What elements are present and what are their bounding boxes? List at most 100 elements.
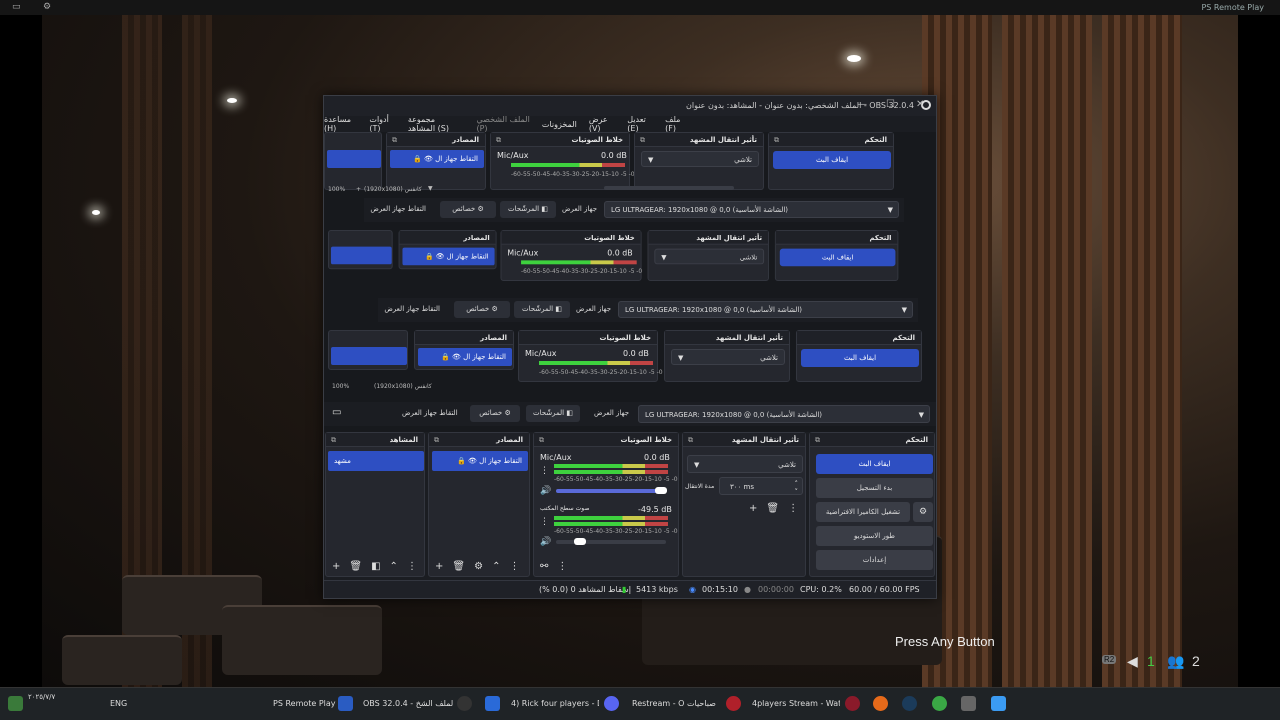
context-bar: ▭ التقاط جهاز العرض ⚙ خصائص ◧ المرشّحات … — [324, 402, 936, 426]
weather-icon[interactable] — [8, 696, 23, 711]
minimize-icon[interactable]: — — [857, 99, 867, 110]
duration-spinbox[interactable]: ٣٠٠ ms ˄ ˅ — [719, 477, 803, 496]
menu-docks[interactable]: المخزونات — [542, 120, 577, 129]
dock-icon[interactable]: ⧉ — [434, 433, 439, 447]
source-item[interactable]: التقاط جهاز ال 👁 🔒 — [432, 451, 528, 471]
studio-mode-button[interactable]: طور الاستوديو — [816, 526, 933, 546]
taskbar-item-ps-remote-play[interactable]: PS Remote Play — [273, 699, 336, 708]
filters-label: المرشّحات — [533, 409, 565, 417]
dock-icon[interactable]: ⧉ — [815, 433, 820, 447]
preview-mixer-panel-3: خلاط الصوتيات Mic/Aux 0.0 dB -60-55-50-4… — [518, 330, 663, 382]
more-icon[interactable]: ⋮ — [788, 503, 798, 514]
taskbar-item-discord[interactable]: 4) Rick four players - Di — [511, 699, 599, 708]
ctx-device-select: LG ULTRAGEAR: 1920x1080 @ 0,0 (الشاشة ال… — [604, 201, 899, 218]
panel-title: تأثير انتقال المشهد — [689, 136, 757, 144]
stop-streaming-button[interactable]: ايقاف البث — [816, 454, 933, 474]
controls-title: التحكم — [905, 436, 929, 444]
desktop-audio-volume-knob[interactable] — [574, 538, 587, 545]
add-icon[interactable]: + — [332, 561, 340, 572]
add-icon[interactable]: + — [435, 561, 443, 572]
virtual-camera-settings-icon[interactable]: ⚙ — [913, 502, 933, 522]
language-indicator[interactable]: ENG — [110, 699, 127, 708]
restream-icon[interactable] — [726, 696, 741, 711]
chevron-up-icon[interactable]: ⌃ — [390, 561, 398, 572]
mic-aux-volume-slider[interactable] — [556, 489, 666, 493]
desktop-audio-volume-slider[interactable] — [556, 540, 666, 544]
discord-icon[interactable] — [604, 696, 619, 711]
preview-stop-stream-3: ايقاف البث — [801, 349, 919, 367]
steam-icon[interactable] — [902, 696, 917, 711]
speaker-icon[interactable]: 🔊 — [540, 537, 551, 547]
preview-canvas[interactable]: المصادر ⧉ التقاط جهاز ال 👁 🔒 خلاط الصوتيا… — [324, 132, 936, 432]
sources-dock-title: المصادر ⧉ — [429, 433, 529, 447]
properties-button[interactable]: ⚙ خصائص — [470, 405, 520, 422]
taskbar-item-obs[interactable]: OBS 32.0.4 - الملف الشخ — [363, 699, 453, 708]
meter-ticks: -60-55-50-45-40-35-30-25-20-15-10 -5 -0 — [521, 268, 643, 276]
ps-window-title: PS Remote Play — [1201, 3, 1264, 12]
browser-icon[interactable] — [485, 696, 500, 711]
preview-source-item: التقاط جهاز ال 👁 🔒 — [390, 150, 484, 168]
menu-profile[interactable]: الملف الشخصي (P) — [476, 115, 529, 133]
chrome-icon[interactable] — [932, 696, 947, 711]
more-icon[interactable]: ⋮ — [540, 517, 549, 527]
obs-app-icon[interactable] — [457, 696, 472, 711]
audio-mixer-dock: خلاط الصوتيات ⧉ Mic/Aux 0.0 dB ⋮ -60-55-5… — [533, 432, 679, 577]
transition-select[interactable]: تلاشي ▼ — [687, 455, 803, 473]
dock-icon[interactable]: ⧉ — [688, 433, 693, 447]
device-select[interactable]: LG ULTRAGEAR: 1920x1080 @ 0,0 (الشاشة ال… — [638, 405, 930, 423]
preview-mixer-panel-2: خلاط الصوتيات Mic/Aux 0.0 dB -60-55-50-4… — [500, 230, 643, 281]
menu-tools[interactable]: أدوات (T) — [369, 115, 395, 133]
taskbar: ٢٠٢٥/٧/٧ ENG PS Remote Play OBS 32.0.4 -… — [0, 687, 1280, 720]
taskbar-item-restream[interactable]: Restream - O صباحيات — [632, 699, 724, 708]
menu-view[interactable]: عرض (V) — [589, 115, 615, 133]
settings-icon[interactable]: ⚙ — [43, 2, 51, 12]
gear-icon[interactable]: ⚙ — [474, 561, 483, 572]
more-icon[interactable]: ⋮ — [540, 466, 549, 476]
lock-icon[interactable]: 🔒 — [457, 457, 466, 465]
device-select-value: LG ULTRAGEAR: 1920x1080 @ 0,0 (الشاشة ال… — [645, 411, 823, 419]
task-view-icon[interactable] — [961, 696, 976, 711]
menu-scene-collection[interactable]: مجموعة المشاهد (S) — [408, 115, 465, 133]
menu-edit[interactable]: تعديل (E) — [627, 115, 653, 133]
trash-icon[interactable]: 🗑 — [349, 561, 362, 572]
start-virtual-camera-button[interactable]: تشغيل الكاميرا الافتراضية — [816, 502, 910, 522]
add-icon[interactable]: + — [749, 503, 757, 514]
source-label: التقاط جهاز ال — [446, 252, 489, 261]
mic-aux-volume-knob[interactable] — [654, 487, 667, 494]
menu-help[interactable]: مساعدة (H) — [324, 115, 357, 133]
trash-icon[interactable]: 🗑 — [452, 561, 465, 572]
player-count-b: 2 — [1192, 653, 1200, 669]
eye-icon[interactable]: 👁 — [468, 457, 477, 465]
start-recording-button[interactable]: بدء التسجيل — [816, 478, 933, 498]
windows-start-icon[interactable] — [991, 696, 1006, 711]
opera-icon[interactable] — [845, 696, 860, 711]
maximize-icon[interactable]: ☐ — [886, 99, 895, 110]
preview-sources-title: المصادر ⧉ — [387, 133, 485, 147]
ps-remote-play-app-icon[interactable] — [338, 696, 353, 711]
obs-titlebar[interactable]: OBS 32.0.4 - الملف الشخصي: بدون عنوان - … — [324, 96, 936, 116]
taskbar-item-4players[interactable]: 4players Stream - Watch — [752, 699, 840, 708]
filters-button[interactable]: ◧ المرشّحات — [526, 405, 580, 422]
more-icon[interactable]: ⋮ — [509, 561, 519, 572]
more-icon[interactable]: ⋮ — [557, 561, 567, 572]
settings-button[interactable]: إعدادات — [816, 550, 933, 570]
mic-aux-label: Mic/Aux — [540, 453, 572, 462]
filter-icon[interactable]: ◧ — [371, 561, 380, 572]
dock-icon[interactable]: ⧉ — [331, 433, 336, 447]
firefox-icon[interactable] — [873, 696, 888, 711]
chevron-up-icon[interactable]: ⌃ — [492, 561, 500, 572]
preview-mixer-title-2: خلاط الصوتيات — [501, 230, 641, 245]
trash-icon[interactable]: 🗑 — [766, 503, 779, 514]
menu-file[interactable]: ملف (F) — [665, 115, 688, 133]
obs-window[interactable]: OBS 32.0.4 - الملف الشخصي: بدون عنوان - … — [323, 95, 937, 599]
dock-icon[interactable]: ⧉ — [539, 433, 544, 447]
scene-item[interactable]: مشهد — [328, 451, 424, 471]
pin-icon[interactable]: ▭ — [12, 2, 21, 12]
more-icon[interactable]: ⋮ — [407, 561, 417, 572]
close-icon[interactable]: ✕ — [916, 99, 924, 110]
mic-label: Mic/Aux — [525, 349, 557, 358]
duration-value: ٣٠٠ ms — [730, 483, 754, 491]
speaker-icon[interactable]: 🔊 — [540, 486, 551, 496]
taskbar-date[interactable]: ٢٠٢٥/٧/٧ — [28, 693, 55, 701]
link-icon[interactable]: ⚯ — [540, 561, 548, 572]
